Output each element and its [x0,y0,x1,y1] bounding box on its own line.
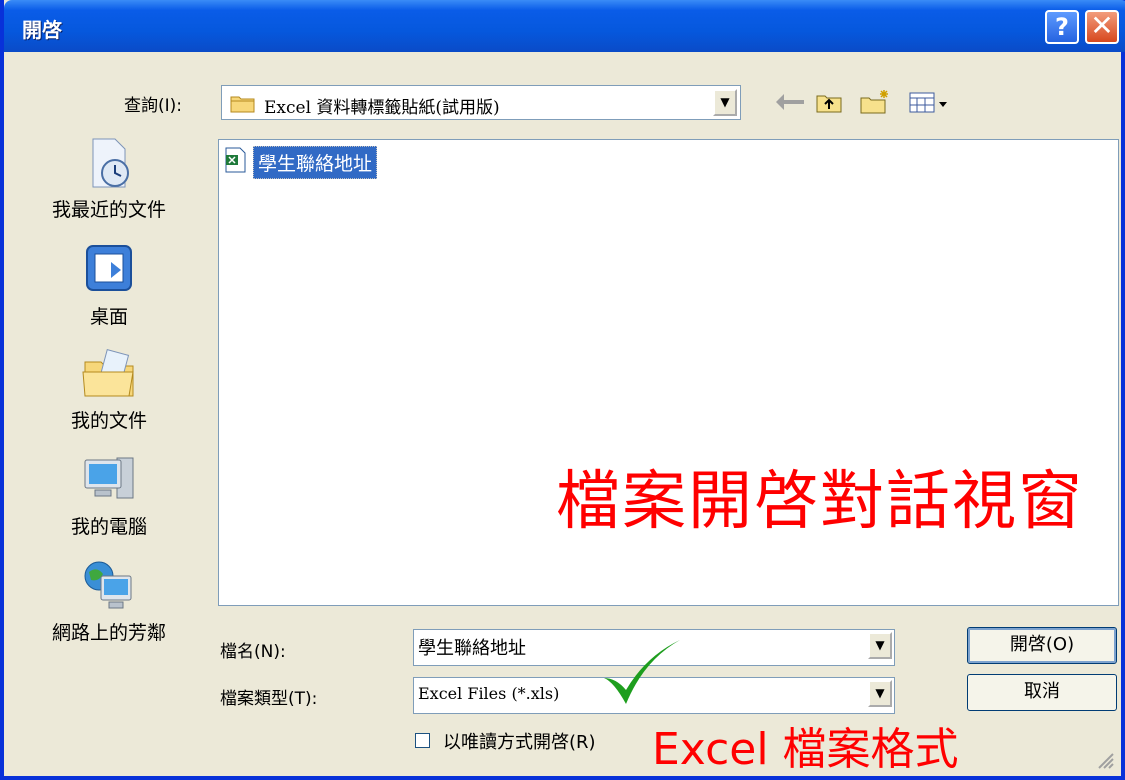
help-button[interactable]: ? [1045,10,1079,44]
network-places-icon [84,561,132,609]
checkmark-icon [604,640,680,704]
file-name: 學生聯絡地址 [253,146,378,179]
my-computer-icon [84,457,134,499]
my-documents-icon [82,349,134,397]
place-label: 我的文件 [70,410,147,432]
file-list-view[interactable]: 學生聯絡地址 檔案開啓對話視窗 [218,139,1119,606]
place-label: 我的電腦 [70,516,147,538]
filename-dropdown-arrow[interactable]: ▼ [868,632,892,659]
new-folder-icon[interactable] [858,88,892,116]
back-icon[interactable] [776,94,804,110]
folder-icon [230,96,255,113]
place-my-documents[interactable]: 我的文件 [9,346,209,433]
place-desktop[interactable]: 桌面 [9,242,209,329]
annotation-dialog-title: 檔案開啓對話視窗 [556,465,1084,539]
place-recent-documents[interactable]: 我最近的文件 [9,135,209,222]
filetype-dropdown-arrow[interactable]: ▼ [868,680,892,707]
close-button[interactable]: ✕ [1085,10,1119,44]
place-label: 網路上的芳鄰 [51,622,166,644]
dialog-title: 開啓 [22,18,62,42]
place-my-computer[interactable]: 我的電腦 [9,452,209,539]
desktop-icon [86,245,132,291]
up-folder-icon[interactable] [814,88,844,116]
filename-label: 檔名(N): [220,642,286,662]
filetype-label: 檔案類型(T): [220,689,318,709]
place-network[interactable]: 網路上的芳鄰 [9,558,209,645]
resize-grip-icon[interactable] [1095,750,1115,770]
recent-documents-icon [92,138,129,188]
filename-value: 學生聯絡地址 [418,638,526,659]
look-in-label: 查詢(I): [124,96,183,116]
title-bar[interactable]: 開啓 ? ✕ [4,0,1125,52]
filetype-value: Excel Files (*.xls) [418,684,560,703]
excel-file-icon [225,147,246,173]
open-button[interactable]: 開啓(O) [967,627,1117,664]
views-menu-icon[interactable] [908,88,952,116]
readonly-label: 以唯讀方式開啓(R) [443,732,596,753]
cancel-button[interactable]: 取消 [967,674,1117,711]
look-in-dropdown[interactable]: Excel 資料轉標籤貼紙(試用版) ▼ [221,85,741,120]
look-in-value: Excel 資料轉標籤貼紙(試用版) [264,98,500,118]
place-label: 桌面 [89,306,128,328]
annotation-excel-format: Excel 檔案格式 [652,724,959,775]
open-file-dialog: 開啓 ? ✕ 查詢(I): Excel 資料轉標籤貼紙(試用版) ▼ 我最近的文… [0,0,1125,780]
look-in-dropdown-arrow[interactable]: ▼ [713,89,737,116]
readonly-checkbox[interactable] [415,733,430,748]
place-label: 我最近的文件 [51,199,166,221]
